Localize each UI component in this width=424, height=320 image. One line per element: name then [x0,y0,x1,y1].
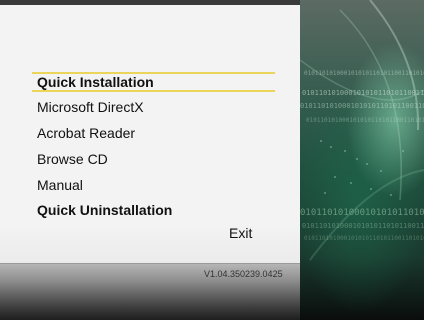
selection-highlight-bottom [32,90,275,92]
svg-text:010110101000101010110101100110: 0101101010001010101101011001101010101 [302,222,424,230]
menu-item-acrobat-reader[interactable]: Acrobat Reader [37,125,135,141]
svg-text:010110101000101010110101100110: 0101101010001010101101011001101010101 [304,235,424,242]
menu-item-quick-installation[interactable]: Quick Installation [37,74,154,90]
version-label: V1.04.350239.0425 [204,269,283,279]
footer-divider [0,263,300,264]
binary-pattern-graphic: 0101101010001010101101011001101010101 01… [300,0,424,261]
svg-text:010110101000101010110101100110: 0101101010001010101101011001101010101 [302,89,424,97]
menu-item-manual[interactable]: Manual [37,177,83,193]
menu-item-quick-uninstallation[interactable]: Quick Uninstallation [37,202,172,218]
svg-text:010110101000101010110101100110: 0101101010001010101101011001101010101 [300,102,424,110]
menu-item-browse-cd[interactable]: Browse CD [37,151,108,167]
svg-text:010110101000101010110101100110: 0101101010001010101101011001101010101 [304,70,424,77]
svg-text:010110101000101010110101100110: 0101101010001010101101011001101010101 [300,208,424,218]
decorative-binary-artwork: 0101101010001010101101011001101010101 01… [300,0,424,320]
exit-button[interactable]: Exit [229,225,252,241]
menu-item-microsoft-directx[interactable]: Microsoft DirectX [37,99,144,115]
svg-text:010110101000101010110101100110: 0101101010001010101101011001101010101 [306,117,424,124]
